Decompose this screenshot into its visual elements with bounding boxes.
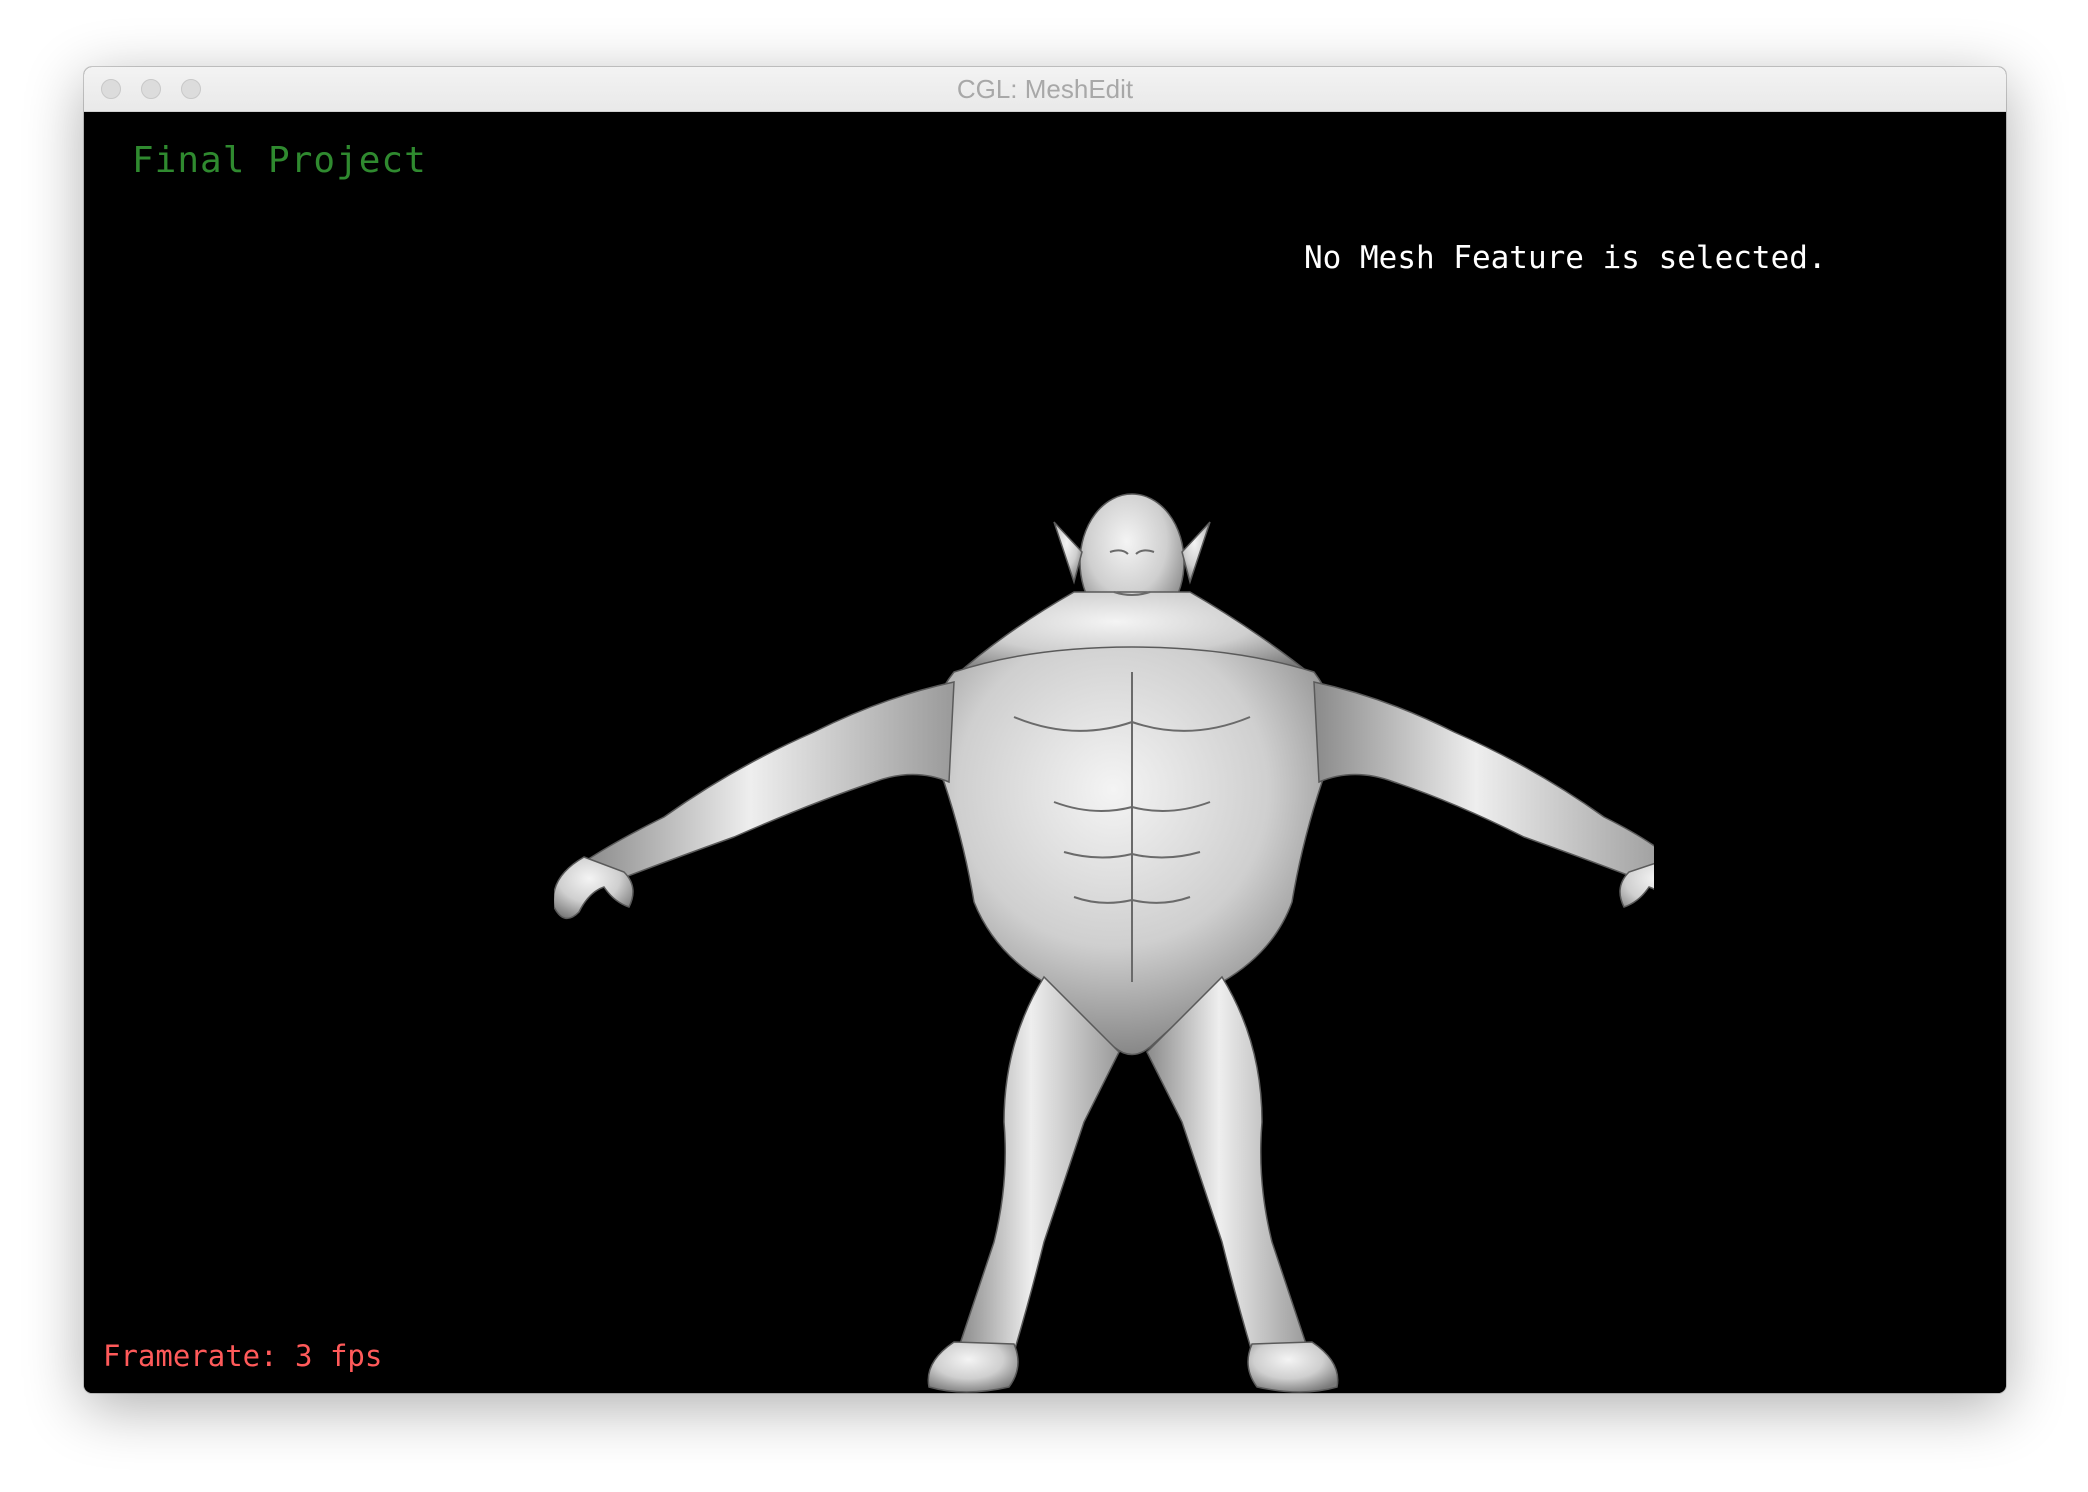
window-title: CGL: MeshEdit bbox=[956, 74, 1134, 104]
mesh-right-arm bbox=[1313, 681, 1654, 886]
mesh-left-leg bbox=[957, 975, 1120, 1353]
mesh-right-leg bbox=[1146, 975, 1309, 1353]
framerate-readout: Framerate: 3 fps bbox=[103, 1339, 383, 1373]
mesh-left-ear bbox=[1053, 521, 1083, 585]
project-title: Final Project bbox=[132, 140, 427, 181]
mesh-body bbox=[554, 493, 1654, 1393]
mesh-left-foot bbox=[927, 1341, 1019, 1393]
3d-viewport[interactable]: Final Project No Mesh Feature is selecte… bbox=[84, 112, 2006, 1393]
mesh-right-foot bbox=[1247, 1341, 1339, 1393]
title-bar[interactable]: CGL: MeshEdit bbox=[84, 67, 2006, 112]
humanoid-mesh-model[interactable] bbox=[554, 482, 1654, 1393]
mesh-right-ear bbox=[1181, 521, 1211, 585]
mesh-left-arm bbox=[582, 681, 955, 888]
selection-status: No Mesh Feature is selected. bbox=[1304, 240, 1827, 276]
app-window: CGL: MeshEdit Final Project No Mesh Feat… bbox=[84, 67, 2006, 1393]
mesh-torso bbox=[930, 646, 1336, 1056]
